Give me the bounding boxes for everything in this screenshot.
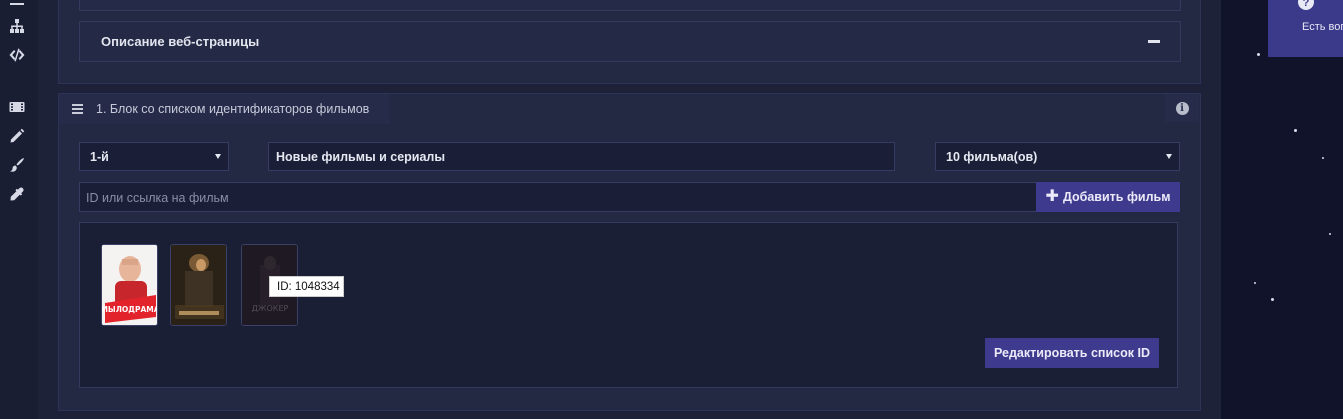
list-icon[interactable] [8, 0, 26, 12]
left-sidebar [0, 0, 38, 419]
description-section-header[interactable]: Описание веб-страницы [79, 21, 1181, 62]
block-title: 1. Блок со списком идентификаторов фильм… [96, 102, 370, 116]
description-title: Описание веб-страницы [101, 34, 260, 49]
film-id-input[interactable]: ID или ссылка на фильм [79, 182, 1037, 212]
star-decoration [1294, 129, 1297, 132]
plus-icon: ✚ [1045, 188, 1059, 205]
star-decoration [1254, 282, 1256, 284]
collapsed-section-above [79, 0, 1181, 11]
help-widget[interactable]: ? Есть воп [1268, 0, 1343, 57]
film-id-placeholder: ID или ссылка на фильм [86, 191, 229, 205]
count-select[interactable]: 10 фильма(ов) [935, 142, 1180, 171]
question-icon: ? [1298, 0, 1314, 10]
block-name-value: Новые фильмы и сериалы [276, 150, 446, 164]
add-film-label: Добавить фильм [1062, 190, 1171, 204]
edit-id-list-label: Редактировать список ID [994, 346, 1150, 360]
position-select-value: 1-й [90, 150, 109, 164]
pencil-icon[interactable] [8, 127, 26, 145]
star-decoration [1271, 298, 1274, 301]
chevron-down-icon [1166, 154, 1172, 159]
star-decoration [1322, 157, 1324, 159]
help-label: Есть воп [1302, 21, 1343, 33]
film-id-tooltip: ID: 1048334 [269, 276, 344, 297]
add-film-button[interactable]: ✚ Добавить фильм [1036, 182, 1180, 212]
block-header[interactable]: 1. Блок со списком идентификаторов фильм… [59, 94, 390, 124]
star-decoration [1257, 53, 1260, 56]
film-icon[interactable] [8, 98, 26, 116]
block-name-input[interactable]: Новые фильмы и сериалы [268, 142, 895, 171]
info-button[interactable]: i [1165, 94, 1199, 122]
code-icon[interactable] [8, 46, 26, 64]
film-poster[interactable]: МЫЛОДРАМА [101, 244, 158, 326]
hamburger-icon[interactable] [72, 104, 83, 114]
poster-title: МЫЛОДРАМА [102, 305, 158, 314]
star-decoration [1329, 233, 1331, 235]
edit-id-list-button[interactable]: Редактировать список ID [985, 338, 1159, 368]
info-icon: i [1175, 101, 1189, 115]
film-poster[interactable] [170, 244, 227, 326]
position-select[interactable]: 1-й [79, 142, 229, 171]
chevron-down-icon [215, 154, 221, 159]
sitemap-icon[interactable] [8, 17, 26, 35]
minus-icon[interactable] [1148, 40, 1160, 43]
count-select-value: 10 фильма(ов) [946, 150, 1038, 164]
eyedropper-icon[interactable] [8, 185, 26, 203]
right-panel [1221, 0, 1343, 419]
brush-icon[interactable] [8, 156, 26, 174]
